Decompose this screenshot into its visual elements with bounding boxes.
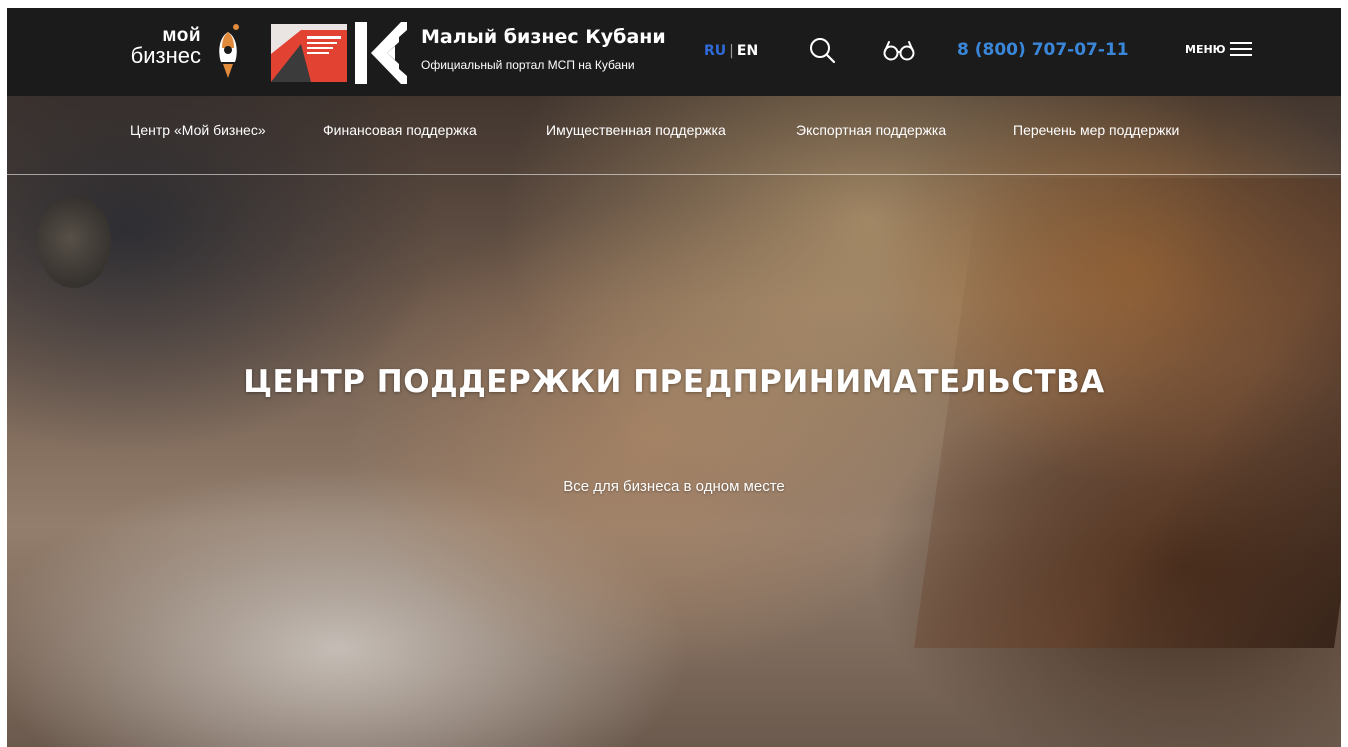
main-nav: Центр «Мой бизнес» Финансовая поддержка …	[7, 96, 1341, 175]
search-icon[interactable]	[808, 36, 836, 64]
site-title[interactable]: Малый бизнес Кубани	[421, 26, 666, 48]
moy-biznes-logo[interactable]: мой бизнес	[129, 22, 201, 80]
hero-subtitle: Все для бизнеса в одном месте	[563, 478, 785, 495]
nav-item-support-measures[interactable]: Перечень мер поддержки	[1013, 122, 1179, 138]
hero-title: ЦЕНТР ПОДДЕРЖКИ ПРЕДПРИНИМАТЕЛЬСТВА	[243, 364, 1105, 400]
kuban-k-logo	[355, 22, 407, 84]
rocket-icon	[212, 22, 244, 82]
lang-en-link[interactable]: EN	[737, 43, 758, 59]
national-project-logo	[271, 24, 347, 82]
burger-icon	[1229, 41, 1252, 57]
nav-item-financial-support[interactable]: Финансовая поддержка	[323, 122, 477, 138]
glasses-icon[interactable]	[882, 38, 916, 62]
nav-item-export-support[interactable]: Экспортная поддержка	[796, 122, 946, 138]
page-frame: мой бизнес Малый бизнес Кубани Официальн…	[7, 8, 1341, 747]
language-switcher: RU | EN	[704, 43, 758, 59]
lang-separator: |	[729, 43, 734, 59]
logo-biznes-text: бизнес	[130, 43, 201, 68]
site-subtitle: Официальный портал МСП на Кубани	[421, 58, 635, 72]
lang-ru-link[interactable]: RU	[704, 43, 726, 59]
nav-item-property-support[interactable]: Имущественная поддержка	[546, 122, 726, 138]
nav-item-moy-biznes[interactable]: Центр «Мой бизнес»	[130, 122, 266, 138]
menu-button[interactable]: МЕНЮ	[1185, 41, 1252, 57]
top-bar: мой бизнес Малый бизнес Кубани Официальн…	[7, 8, 1341, 96]
menu-label: МЕНЮ	[1185, 42, 1226, 56]
phone-link[interactable]: 8 (800) 707-07-11	[957, 40, 1129, 60]
